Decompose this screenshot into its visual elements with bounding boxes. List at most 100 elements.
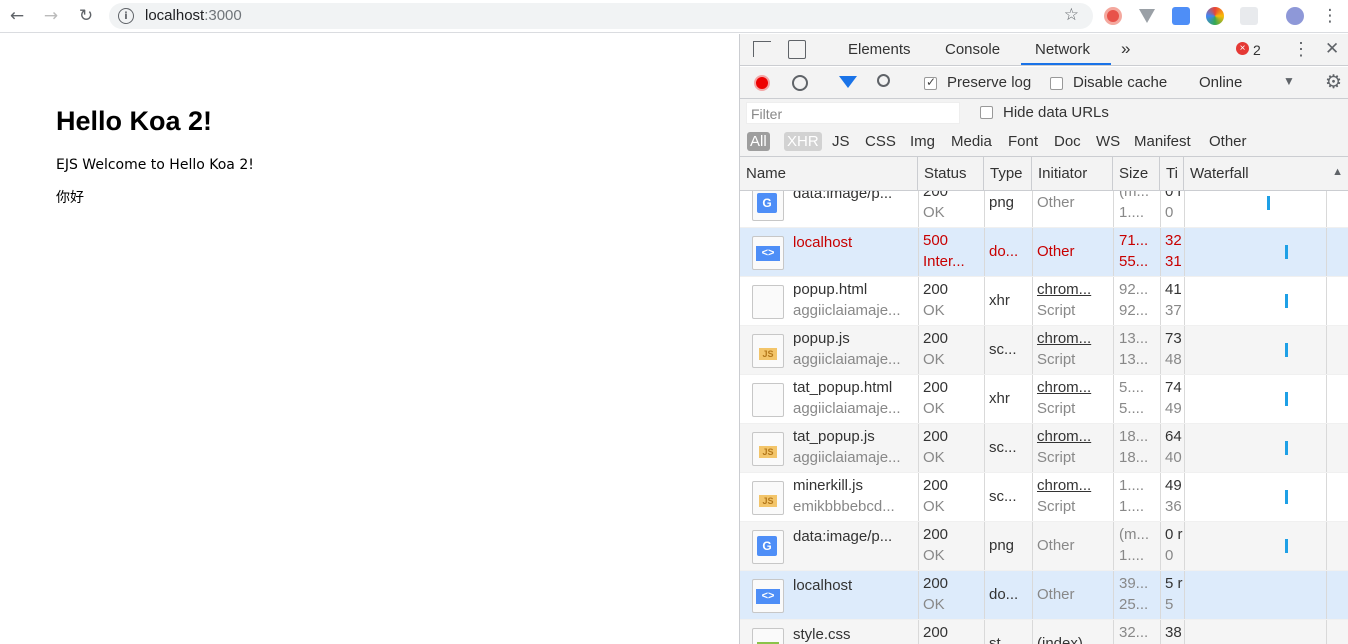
record-icon[interactable] bbox=[754, 75, 770, 91]
type-manifest[interactable]: Manifest bbox=[1131, 132, 1194, 151]
device-toolbar-icon[interactable] bbox=[788, 40, 806, 59]
sort-ascending-icon[interactable]: ▲ bbox=[1332, 166, 1343, 178]
resource-type: sc... bbox=[989, 439, 1017, 456]
request-path: aggiiclaiamaje... bbox=[793, 449, 901, 466]
reload-button[interactable]: ↻ bbox=[74, 5, 98, 27]
column-name[interactable]: Name bbox=[740, 157, 918, 191]
time-latency: 48 bbox=[1165, 351, 1182, 368]
resource-type: sc... bbox=[989, 488, 1017, 505]
type-ws[interactable]: WS bbox=[1093, 132, 1123, 151]
profile-avatar[interactable] bbox=[1286, 7, 1304, 25]
type-font[interactable]: Font bbox=[1005, 132, 1041, 151]
filter-input[interactable]: Filter bbox=[746, 102, 960, 124]
table-row[interactable]: tat_popup.html aggiiclaiamaje... 200 OK xhr c… bbox=[740, 375, 1348, 424]
time-total: 0 r bbox=[1165, 191, 1183, 200]
tab-network[interactable]: Network bbox=[1035, 41, 1090, 58]
type-img[interactable]: Img bbox=[907, 132, 938, 151]
column-separator bbox=[1032, 375, 1033, 423]
column-separator bbox=[1032, 522, 1033, 570]
gear-icon[interactable]: ⚙ bbox=[1325, 71, 1342, 94]
url-text[interactable]: localhost:3000 bbox=[145, 7, 242, 24]
size-resource: 13... bbox=[1119, 351, 1149, 368]
type-other[interactable]: Other bbox=[1206, 132, 1250, 151]
info-icon[interactable]: i bbox=[118, 8, 134, 24]
hide-data-urls-checkbox[interactable] bbox=[980, 106, 993, 119]
column-separator bbox=[984, 191, 985, 227]
js-file-icon bbox=[752, 432, 784, 466]
welcome-text: EJS Welcome to Hello Koa 2! bbox=[56, 157, 254, 173]
type-js[interactable]: JS bbox=[829, 132, 853, 151]
table-row[interactable]: popup.js aggiiclaiamaje... 200 OK sc... chrom… bbox=[740, 326, 1348, 375]
size-resource: 1.... bbox=[1119, 204, 1145, 221]
column-separator bbox=[1113, 375, 1114, 423]
extension-color-icon[interactable] bbox=[1206, 7, 1224, 25]
status-text: OK bbox=[923, 596, 945, 613]
url-port: :3000 bbox=[204, 7, 242, 24]
column-time[interactable]: Ti bbox=[1160, 157, 1184, 191]
resource-type-filter: All XHR JS CSS Img Media Font Doc WS Man… bbox=[740, 127, 1348, 157]
more-tabs-icon[interactable]: » bbox=[1121, 39, 1130, 59]
inspect-element-icon[interactable] bbox=[753, 41, 771, 57]
size-transferred: 32... bbox=[1119, 624, 1149, 641]
forward-button[interactable]: → bbox=[39, 5, 63, 27]
browser-menu-button[interactable]: ⋮ bbox=[1318, 5, 1342, 27]
type-css[interactable]: CSS bbox=[862, 132, 899, 151]
column-initiator[interactable]: Initiator bbox=[1032, 157, 1113, 191]
back-button[interactable]: ← bbox=[5, 5, 29, 27]
extension-adblock-icon[interactable] bbox=[1104, 7, 1122, 25]
clear-icon[interactable] bbox=[792, 75, 808, 91]
request-path: emikbbbebcd... bbox=[793, 498, 895, 515]
table-row[interactable]: localhost 200 OK do... Other 39... 25... 5 r 5 bbox=[740, 571, 1348, 620]
column-size[interactable]: Size bbox=[1113, 157, 1160, 191]
address-bar[interactable]: i localhost:3000 ☆ bbox=[109, 3, 1093, 29]
column-separator bbox=[1326, 473, 1327, 521]
table-row[interactable]: minerkill.js emikbbbebcd... 200 OK sc... chro… bbox=[740, 473, 1348, 522]
extension-blank-icon[interactable] bbox=[1240, 7, 1258, 25]
status-text: OK bbox=[923, 449, 945, 466]
column-waterfall[interactable]: Waterfall bbox=[1184, 157, 1348, 191]
size-resource: 92... bbox=[1119, 302, 1149, 319]
table-row[interactable]: style.css 200 st... (index) 32... 38 bbox=[740, 620, 1348, 644]
column-status[interactable]: Status bbox=[918, 157, 984, 191]
status-code: 200 bbox=[923, 379, 949, 396]
status-text: OK bbox=[923, 498, 945, 515]
column-separator bbox=[918, 424, 919, 472]
devtools-menu-icon[interactable]: ⋮ bbox=[1292, 39, 1310, 60]
disable-cache-checkbox[interactable] bbox=[1050, 77, 1063, 90]
tab-elements[interactable]: Elements bbox=[848, 41, 911, 58]
table-row[interactable]: data:image/p... 200 OK png Other (m... 1.... 0 … bbox=[740, 191, 1348, 228]
table-row[interactable]: localhost 500 Inter... do... Other 71... 55...… bbox=[740, 228, 1348, 277]
waterfall-bar bbox=[1267, 196, 1271, 210]
throttling-select[interactable]: Online bbox=[1199, 74, 1242, 91]
type-media[interactable]: Media bbox=[948, 132, 995, 151]
table-row[interactable]: popup.html aggiiclaiamaje... 200 OK xhr chrom… bbox=[740, 277, 1348, 326]
chevron-down-icon[interactable]: ▼ bbox=[1283, 74, 1295, 88]
size-transferred: 13... bbox=[1119, 330, 1149, 347]
tab-console[interactable]: Console bbox=[945, 41, 1000, 58]
preserve-log-checkbox[interactable] bbox=[924, 75, 937, 90]
initiator: Other bbox=[1037, 243, 1075, 260]
error-icon[interactable]: × bbox=[1236, 42, 1249, 55]
extension-translate-icon[interactable] bbox=[1172, 7, 1190, 25]
extension-vue-icon[interactable] bbox=[1139, 9, 1155, 23]
status-code: 200 bbox=[923, 624, 949, 641]
column-separator bbox=[984, 473, 985, 521]
column-type[interactable]: Type bbox=[984, 157, 1032, 191]
type-doc[interactable]: Doc bbox=[1051, 132, 1084, 151]
type-xhr[interactable]: XHR bbox=[784, 132, 822, 151]
search-icon[interactable] bbox=[877, 74, 890, 87]
initiator: chrom... bbox=[1037, 379, 1092, 396]
status-text: Inter... bbox=[923, 253, 965, 270]
column-separator bbox=[1326, 326, 1327, 374]
table-row[interactable]: tat_popup.js aggiiclaiamaje... 200 OK sc... c… bbox=[740, 424, 1348, 473]
waterfall-bar bbox=[1285, 245, 1289, 259]
table-row[interactable]: data:image/p... 200 OK png Other (m... 1.... 0 … bbox=[740, 522, 1348, 571]
bookmark-star-icon[interactable]: ☆ bbox=[1064, 5, 1079, 25]
column-separator bbox=[1113, 620, 1114, 644]
close-devtools-icon[interactable]: ✕ bbox=[1325, 39, 1339, 59]
devtools-panel: Elements Console Network » × 2 ⋮ ✕ Prese… bbox=[739, 34, 1348, 644]
type-all[interactable]: All bbox=[747, 132, 770, 151]
error-count[interactable]: 2 bbox=[1253, 42, 1261, 58]
filter-icon[interactable] bbox=[839, 76, 857, 88]
column-separator bbox=[984, 620, 985, 644]
